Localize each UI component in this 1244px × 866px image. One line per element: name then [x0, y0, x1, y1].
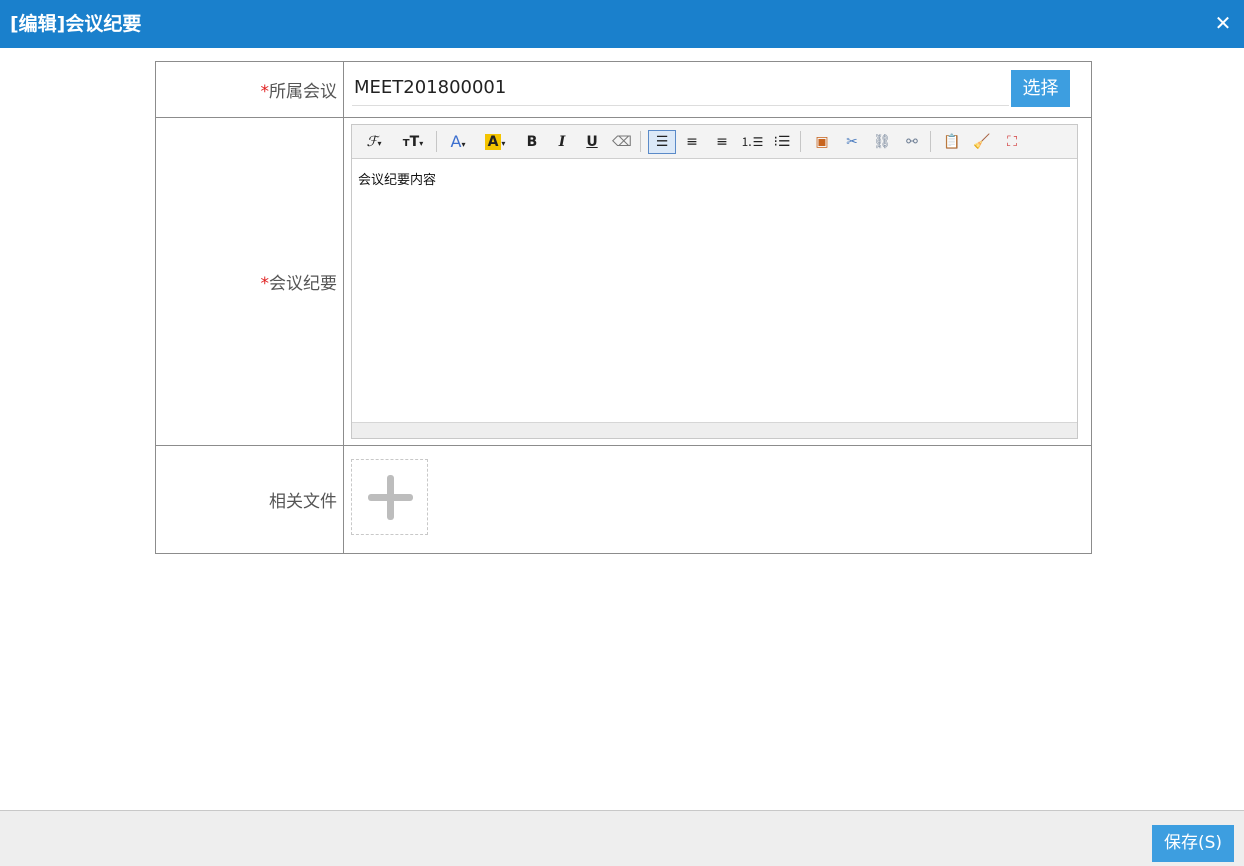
editor-status-bar: [352, 422, 1077, 438]
minutes-cell: ℱ▾ TT▾ A▾ A ▾ B I U ⌫ ☰ ≡ ≡ ⒈☰ ⁝☰ ▣ ✂ ⛓ …: [343, 117, 1092, 446]
minutes-label: *会议纪要: [155, 117, 344, 446]
font-family-icon[interactable]: ℱ▾: [362, 130, 386, 154]
align-center-icon[interactable]: ≡: [680, 130, 704, 154]
font-color-icon[interactable]: A▾: [446, 130, 470, 154]
highlight-color-icon[interactable]: A ▾: [480, 130, 510, 154]
fullscreen-icon[interactable]: ⛶: [1000, 130, 1024, 154]
save-button[interactable]: 保存(S): [1152, 825, 1234, 862]
eraser-icon[interactable]: ⌫: [610, 130, 634, 154]
underline-icon[interactable]: U: [580, 130, 604, 154]
toolbar-separator: [930, 131, 931, 152]
edit-form: *所属会议 选择 *会议纪要 ℱ▾ TT▾ A▾ A▾ B I U ⌫: [155, 61, 1092, 554]
bold-icon[interactable]: B: [520, 130, 544, 154]
upload-button[interactable]: [351, 459, 428, 535]
footer-bar: 保存(S): [0, 810, 1244, 866]
link-icon[interactable]: ⛓: [870, 130, 894, 154]
align-right-icon[interactable]: ≡: [710, 130, 734, 154]
toolbar-separator: [436, 131, 437, 152]
clear-format-icon[interactable]: 🧹: [970, 130, 994, 154]
insert-image-icon[interactable]: ▣: [810, 130, 834, 154]
toolbar-separator: [640, 131, 641, 152]
meeting-label-text: 所属会议: [269, 82, 337, 102]
unordered-list-icon[interactable]: ⁝☰: [770, 130, 794, 154]
align-left-icon[interactable]: ☰: [648, 130, 676, 154]
files-label: 相关文件: [155, 445, 344, 554]
ordered-list-icon[interactable]: ⒈☰: [740, 130, 764, 154]
meeting-label: *所属会议: [155, 61, 344, 118]
files-cell: [343, 445, 1092, 554]
cut-icon[interactable]: ✂: [840, 130, 864, 154]
toolbar-separator: [800, 131, 801, 152]
editor-toolbar: ℱ▾ TT▾ A▾ A ▾ B I U ⌫ ☰ ≡ ≡ ⒈☰ ⁝☰ ▣ ✂ ⛓ …: [352, 125, 1077, 159]
window-title: [编辑]会议纪要: [10, 13, 142, 35]
minutes-label-text: 会议纪要: [269, 274, 337, 294]
required-mark: *: [260, 82, 270, 102]
meeting-input[interactable]: [352, 70, 1009, 106]
required-mark: *: [260, 274, 270, 294]
close-icon[interactable]: ✕: [1210, 10, 1236, 36]
plus-icon-vertical: [387, 475, 394, 520]
italic-icon[interactable]: I: [550, 130, 574, 154]
meeting-cell: 选择: [343, 61, 1092, 118]
select-button[interactable]: 选择: [1011, 70, 1070, 107]
title-bar: [编辑]会议纪要 ✕: [0, 0, 1244, 48]
editor-content[interactable]: 会议纪要内容: [352, 159, 1077, 423]
paste-icon[interactable]: 📋: [940, 130, 964, 154]
font-size-icon[interactable]: TT▾: [398, 130, 428, 154]
unlink-icon[interactable]: ⚯: [900, 130, 924, 154]
rich-text-editor: ℱ▾ TT▾ A▾ A ▾ B I U ⌫ ☰ ≡ ≡ ⒈☰ ⁝☰ ▣ ✂ ⛓ …: [351, 124, 1078, 439]
